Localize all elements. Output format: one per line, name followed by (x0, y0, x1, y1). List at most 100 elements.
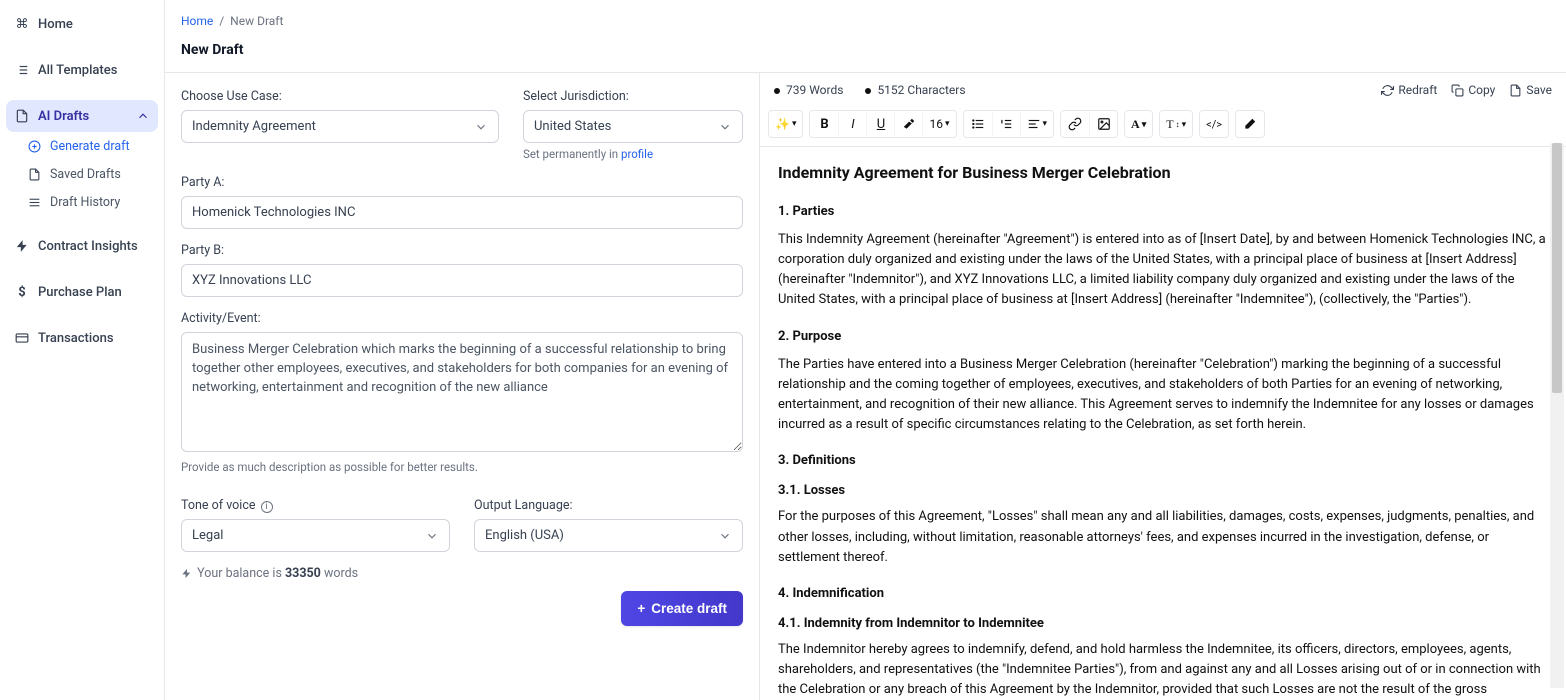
use-case-value: Indemnity Agreement (192, 119, 316, 134)
breadcrumb: Home / New Draft (165, 0, 1566, 34)
sidebar-item-transactions[interactable]: Transactions (6, 322, 158, 354)
sidebar-item-ai-drafts[interactable]: AI Drafts (6, 100, 158, 132)
doc-heading: 4. Indemnification (778, 584, 1548, 604)
tone-label: Tone of voice i (181, 498, 450, 513)
profile-link[interactable]: profile (621, 147, 653, 161)
sidebar-item-all-templates[interactable]: All Templates (6, 54, 158, 86)
char-count: 5152 Characters (865, 83, 965, 97)
output-lang-value: English (USA) (485, 528, 564, 543)
breadcrumb-current: New Draft (230, 14, 283, 28)
sidebar-item-label: Contract Insights (38, 239, 138, 254)
link-button[interactable] (1061, 111, 1089, 137)
code-button[interactable]: </> (1200, 111, 1228, 137)
text-style-button[interactable]: T↕▾ (1160, 111, 1192, 137)
form-panel: Choose Use Case: Indemnity Agreement Sel… (165, 73, 760, 700)
doc-title: Indemnity Agreement for Business Merger … (778, 161, 1548, 186)
highlighter-icon (902, 117, 916, 131)
sidebar-item-contract-insights[interactable]: Contract Insights (6, 230, 158, 262)
highlight-button[interactable] (894, 111, 922, 137)
jurisdiction-hint: Set permanently in profile (523, 147, 743, 161)
save-button[interactable]: Save (1509, 83, 1552, 97)
sidebar-item-saved-drafts[interactable]: Saved Drafts (18, 160, 158, 188)
list-icon (14, 62, 30, 78)
doc-paragraph: The Indemnitor hereby agrees to indemnif… (778, 640, 1548, 700)
party-b-input[interactable] (181, 264, 743, 297)
bold-button[interactable]: B (810, 111, 838, 137)
chevron-down-icon (718, 120, 732, 134)
file-icon (26, 166, 42, 182)
sidebar-item-label: Generate draft (50, 139, 130, 154)
redraft-button[interactable]: Redraft (1381, 83, 1437, 97)
jurisdiction-value: United States (534, 119, 611, 134)
font-size-select[interactable]: 16▾ (922, 111, 955, 137)
sidebar-item-purchase-plan[interactable]: $ Purchase Plan (6, 276, 158, 308)
sidebar-item-draft-history[interactable]: Draft History (18, 188, 158, 216)
party-a-label: Party A: (181, 175, 743, 190)
chevron-up-icon (136, 109, 150, 123)
copy-button[interactable]: Copy (1451, 83, 1495, 97)
magic-tool-button[interactable]: ✨▾ (769, 111, 802, 137)
document-content[interactable]: Indemnity Agreement for Business Merger … (760, 147, 1566, 700)
doc-paragraph: For the purposes of this Agreement, "Los… (778, 507, 1548, 567)
card-icon (14, 330, 30, 346)
scrollbar-thumb[interactable] (1552, 143, 1562, 393)
sidebar-item-label: Transactions (38, 331, 114, 346)
preview-panel: 739 Words 5152 Characters Redraft Copy (760, 73, 1566, 700)
chevron-down-icon (474, 120, 488, 134)
scrollbar[interactable] (1550, 143, 1564, 688)
sidebar-item-label: AI Drafts (38, 109, 89, 124)
jurisdiction-label: Select Jurisdiction: (523, 89, 743, 104)
plus-circle-icon (26, 138, 42, 154)
create-draft-button[interactable]: + Create draft (621, 591, 743, 626)
doc-heading: 2. Purpose (778, 327, 1548, 347)
tone-value: Legal (192, 528, 223, 543)
sidebar: ⌘ Home All Templates AI Drafts (0, 0, 165, 700)
doc-subheading: 4.1. Indemnity from Indemnitor to Indemn… (778, 614, 1548, 634)
output-lang-select[interactable]: English (USA) (474, 519, 743, 552)
activity-textarea[interactable] (181, 332, 743, 452)
sidebar-item-label: Purchase Plan (38, 285, 122, 300)
command-icon: ⌘ (14, 16, 30, 32)
word-count: 739 Words (774, 83, 843, 97)
underline-button[interactable]: U (866, 111, 894, 137)
sidebar-item-generate-draft[interactable]: Generate draft (18, 132, 158, 160)
party-b-label: Party B: (181, 243, 743, 258)
sidebar-item-label: All Templates (38, 63, 117, 78)
use-case-select[interactable]: Indemnity Agreement (181, 110, 499, 143)
numbered-list-button[interactable] (992, 111, 1020, 137)
breadcrumb-home-link[interactable]: Home (181, 14, 213, 28)
activity-hint: Provide as much description as possible … (181, 460, 743, 474)
sidebar-item-label: Saved Drafts (50, 167, 121, 182)
eraser-button[interactable] (1236, 111, 1264, 137)
bolt-icon (14, 238, 30, 254)
doc-paragraph: The Parties have entered into a Business… (778, 355, 1548, 436)
plus-icon: + (637, 601, 645, 616)
doc-heading: 3. Definitions (778, 451, 1548, 471)
doc-subheading: 3.1. Losses (778, 481, 1548, 501)
sidebar-item-label: Draft History (50, 195, 120, 210)
chevron-down-icon (718, 529, 732, 543)
dollar-icon: $ (14, 284, 30, 300)
editor-toolbar: ✨▾ B I U 16▾ ▾ (760, 107, 1566, 147)
font-family-button[interactable]: A▾ (1125, 111, 1152, 137)
file-icon (14, 108, 30, 124)
tone-select[interactable]: Legal (181, 519, 450, 552)
bullet-list-button[interactable] (964, 111, 992, 137)
align-button[interactable]: ▾ (1020, 111, 1054, 137)
sidebar-item-label: Home (38, 17, 73, 32)
page-title: New Draft (165, 34, 1566, 72)
bars-icon (26, 194, 42, 210)
output-lang-label: Output Language: (474, 498, 743, 513)
doc-heading: 1. Parties (778, 202, 1548, 222)
jurisdiction-select[interactable]: United States (523, 110, 743, 143)
use-case-label: Choose Use Case: (181, 89, 499, 104)
info-icon[interactable]: i (261, 501, 273, 513)
italic-button[interactable]: I (838, 111, 866, 137)
activity-label: Activity/Event: (181, 311, 743, 326)
sidebar-item-home[interactable]: ⌘ Home (6, 8, 158, 40)
doc-paragraph: This Indemnity Agreement (hereinafter "A… (778, 230, 1548, 311)
sparkles-icon: ✨ (775, 117, 790, 131)
image-button[interactable] (1089, 111, 1117, 137)
chevron-down-icon (425, 529, 439, 543)
party-a-input[interactable] (181, 196, 743, 229)
